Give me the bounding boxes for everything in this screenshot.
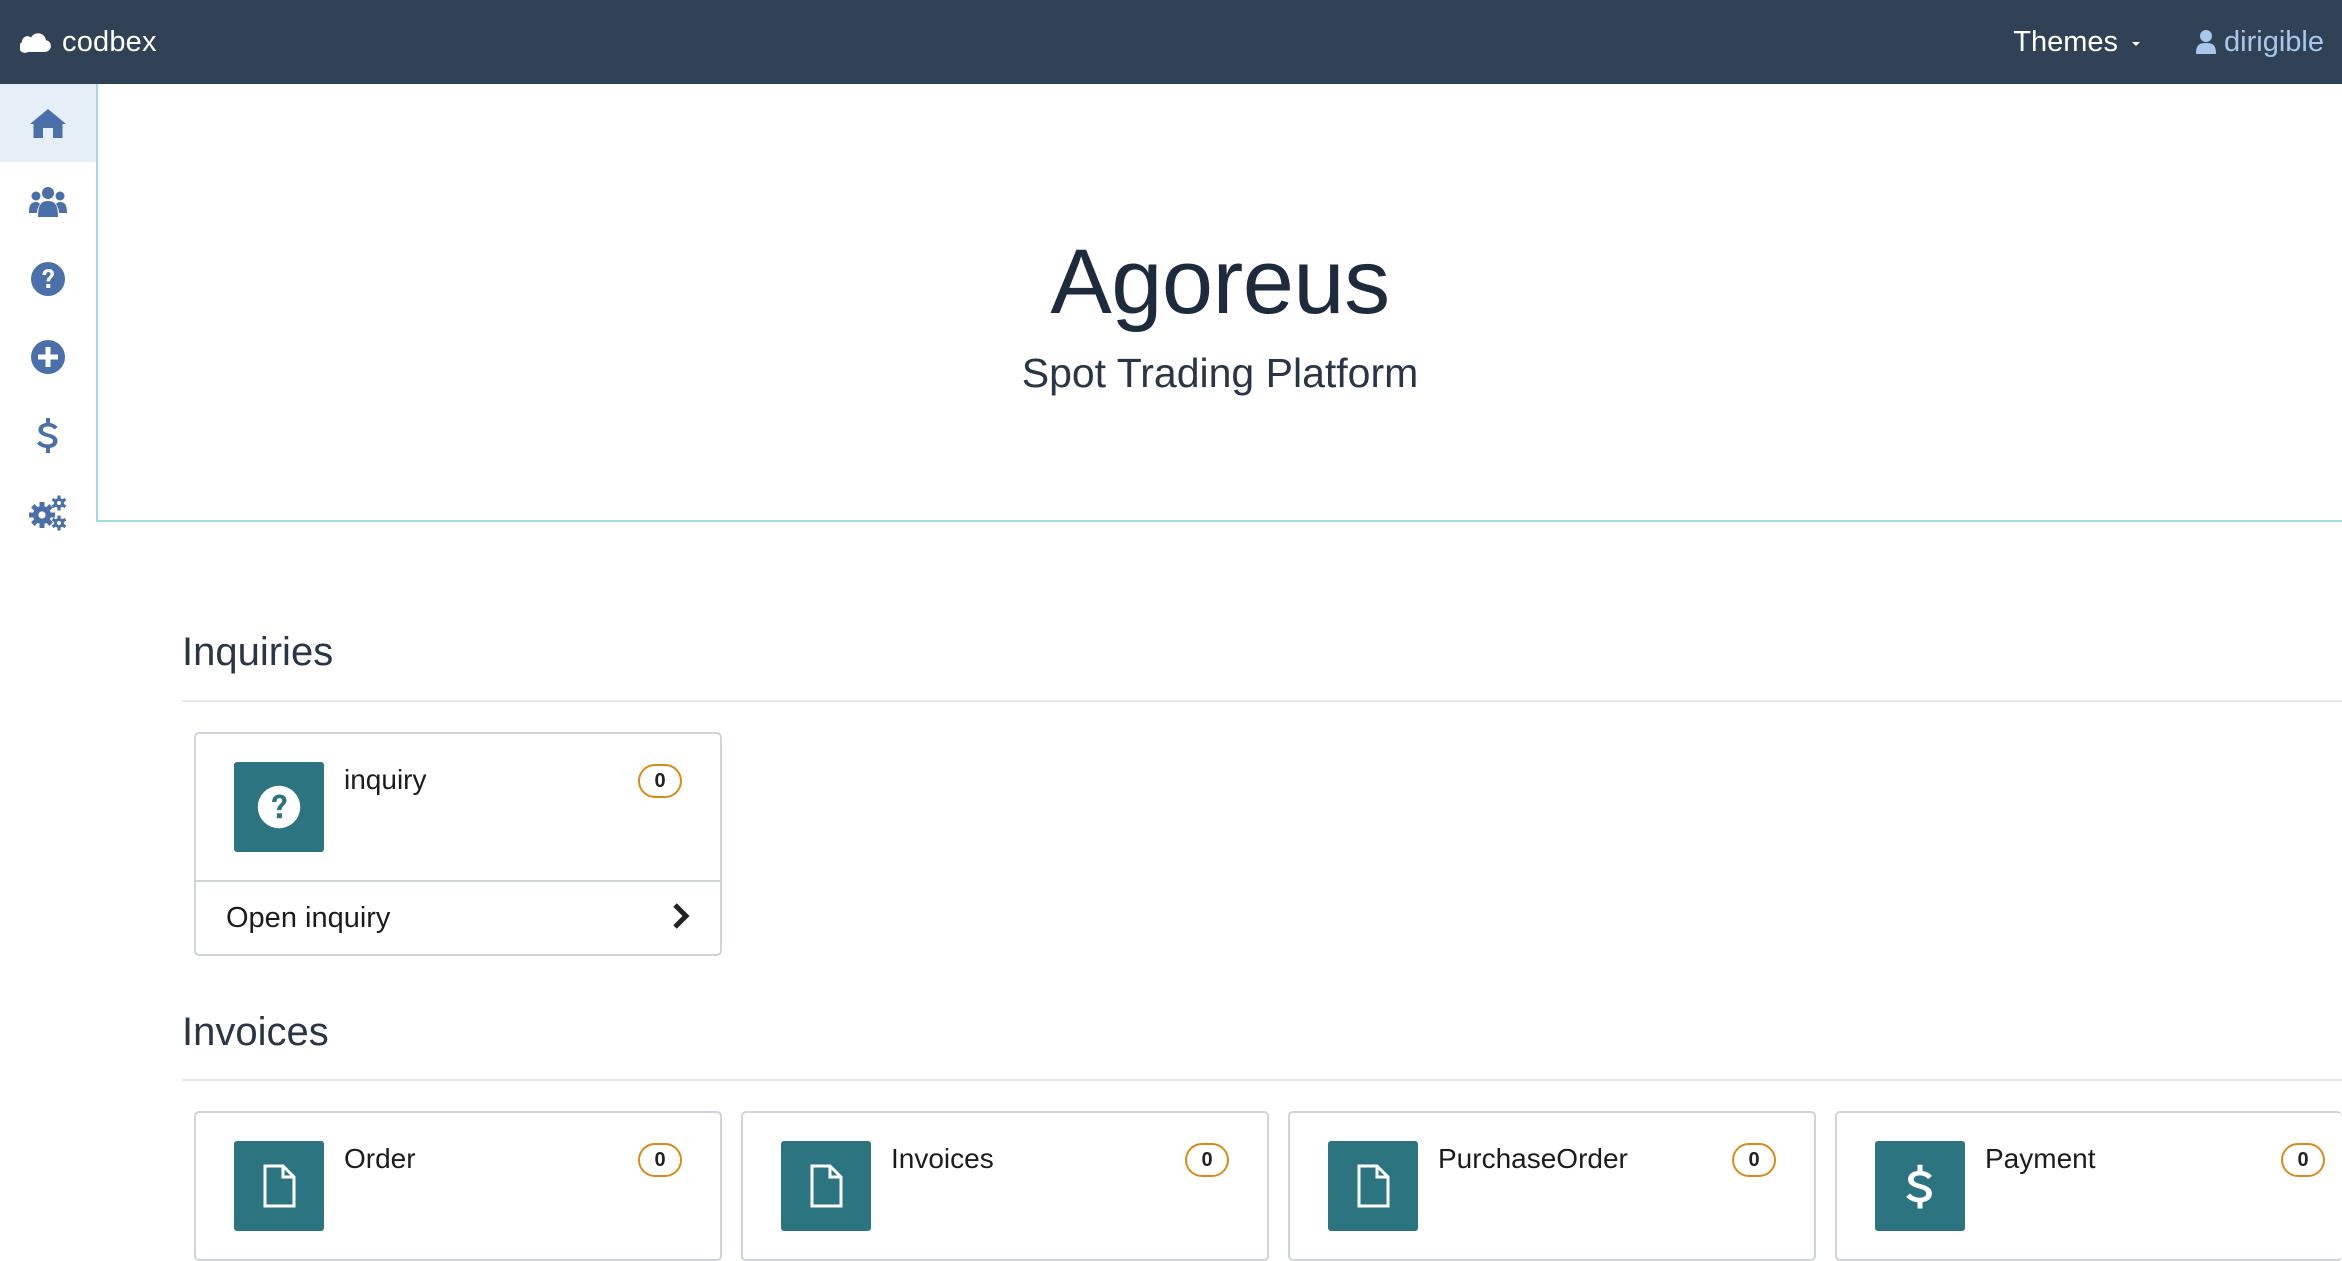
- user-name: dirigible: [2224, 25, 2324, 58]
- caret-down-icon: [2132, 42, 2141, 46]
- question-circle-icon: [257, 785, 301, 829]
- cogs-icon: [29, 495, 67, 531]
- page-subtitle: Spot Trading Platform: [1021, 350, 1419, 396]
- card-tile: [1875, 1141, 1965, 1231]
- section-divider: [182, 1079, 2342, 1081]
- card-tile: [234, 762, 324, 852]
- plus-circle-icon: [31, 340, 65, 374]
- page-title: Agoreus: [1050, 231, 1390, 333]
- card-order[interactable]: Order 0: [194, 1111, 722, 1261]
- section-divider: [182, 700, 2342, 702]
- file-icon: [263, 1164, 296, 1208]
- sidebar-item-payments[interactable]: [0, 396, 96, 474]
- card-name: inquiry: [344, 764, 427, 795]
- card-name: Payment: [1985, 1143, 2096, 1174]
- file-icon: [1357, 1164, 1390, 1208]
- open-inquiry-label: Open inquiry: [226, 901, 391, 934]
- sidebar-item-add[interactable]: [0, 318, 96, 396]
- user-icon: [2196, 30, 2217, 54]
- file-icon: [810, 1164, 843, 1208]
- count-badge: 0: [2281, 1143, 2325, 1177]
- sidebar-item-inquiries[interactable]: [0, 240, 96, 318]
- card-payment[interactable]: Payment 0: [1835, 1111, 2342, 1261]
- sidebar-item-users[interactable]: [0, 162, 96, 240]
- home-icon: [30, 109, 66, 138]
- brand-name: codbex: [62, 25, 157, 58]
- card-tile: [234, 1141, 324, 1231]
- section-title-inquiries: Inquiries: [182, 630, 334, 674]
- card-purchase-order[interactable]: PurchaseOrder 0: [1288, 1111, 1816, 1261]
- card-tile: [1328, 1141, 1418, 1231]
- section-title-invoices: Invoices: [182, 1010, 329, 1054]
- sidebar-item-home[interactable]: [0, 84, 96, 162]
- cloud-icon: [20, 33, 51, 53]
- themes-label: Themes: [2013, 25, 2119, 58]
- chevron-right-icon: [672, 902, 692, 935]
- brand-link[interactable]: codbex: [20, 26, 157, 59]
- themes-dropdown[interactable]: Themes: [2013, 25, 2141, 59]
- card-invoices[interactable]: Invoices 0: [741, 1111, 1269, 1261]
- top-navbar: codbex Themes dirigible: [0, 0, 2342, 84]
- card-name: PurchaseOrder: [1438, 1143, 1628, 1174]
- sidebar-item-settings[interactable]: [0, 474, 96, 552]
- question-circle-icon: [31, 262, 65, 296]
- open-inquiry-link[interactable]: Open inquiry: [196, 880, 720, 954]
- card-name: Order: [344, 1143, 416, 1174]
- card-inquiry: inquiry 0 Open inquiry: [194, 732, 722, 956]
- user-menu[interactable]: dirigible: [2196, 26, 2324, 59]
- card-tile: [781, 1141, 871, 1231]
- dollar-icon: [1906, 1164, 1932, 1209]
- dollar-icon: [37, 418, 58, 453]
- count-badge: 0: [1732, 1143, 1776, 1177]
- jumbotron: Agoreus Spot Trading Platform: [96, 84, 2342, 522]
- sidebar: [0, 84, 96, 531]
- count-badge: 0: [1185, 1143, 1229, 1177]
- users-icon: [29, 187, 67, 217]
- count-badge: 0: [638, 764, 682, 798]
- card-name: Invoices: [891, 1143, 994, 1174]
- count-badge: 0: [638, 1143, 682, 1177]
